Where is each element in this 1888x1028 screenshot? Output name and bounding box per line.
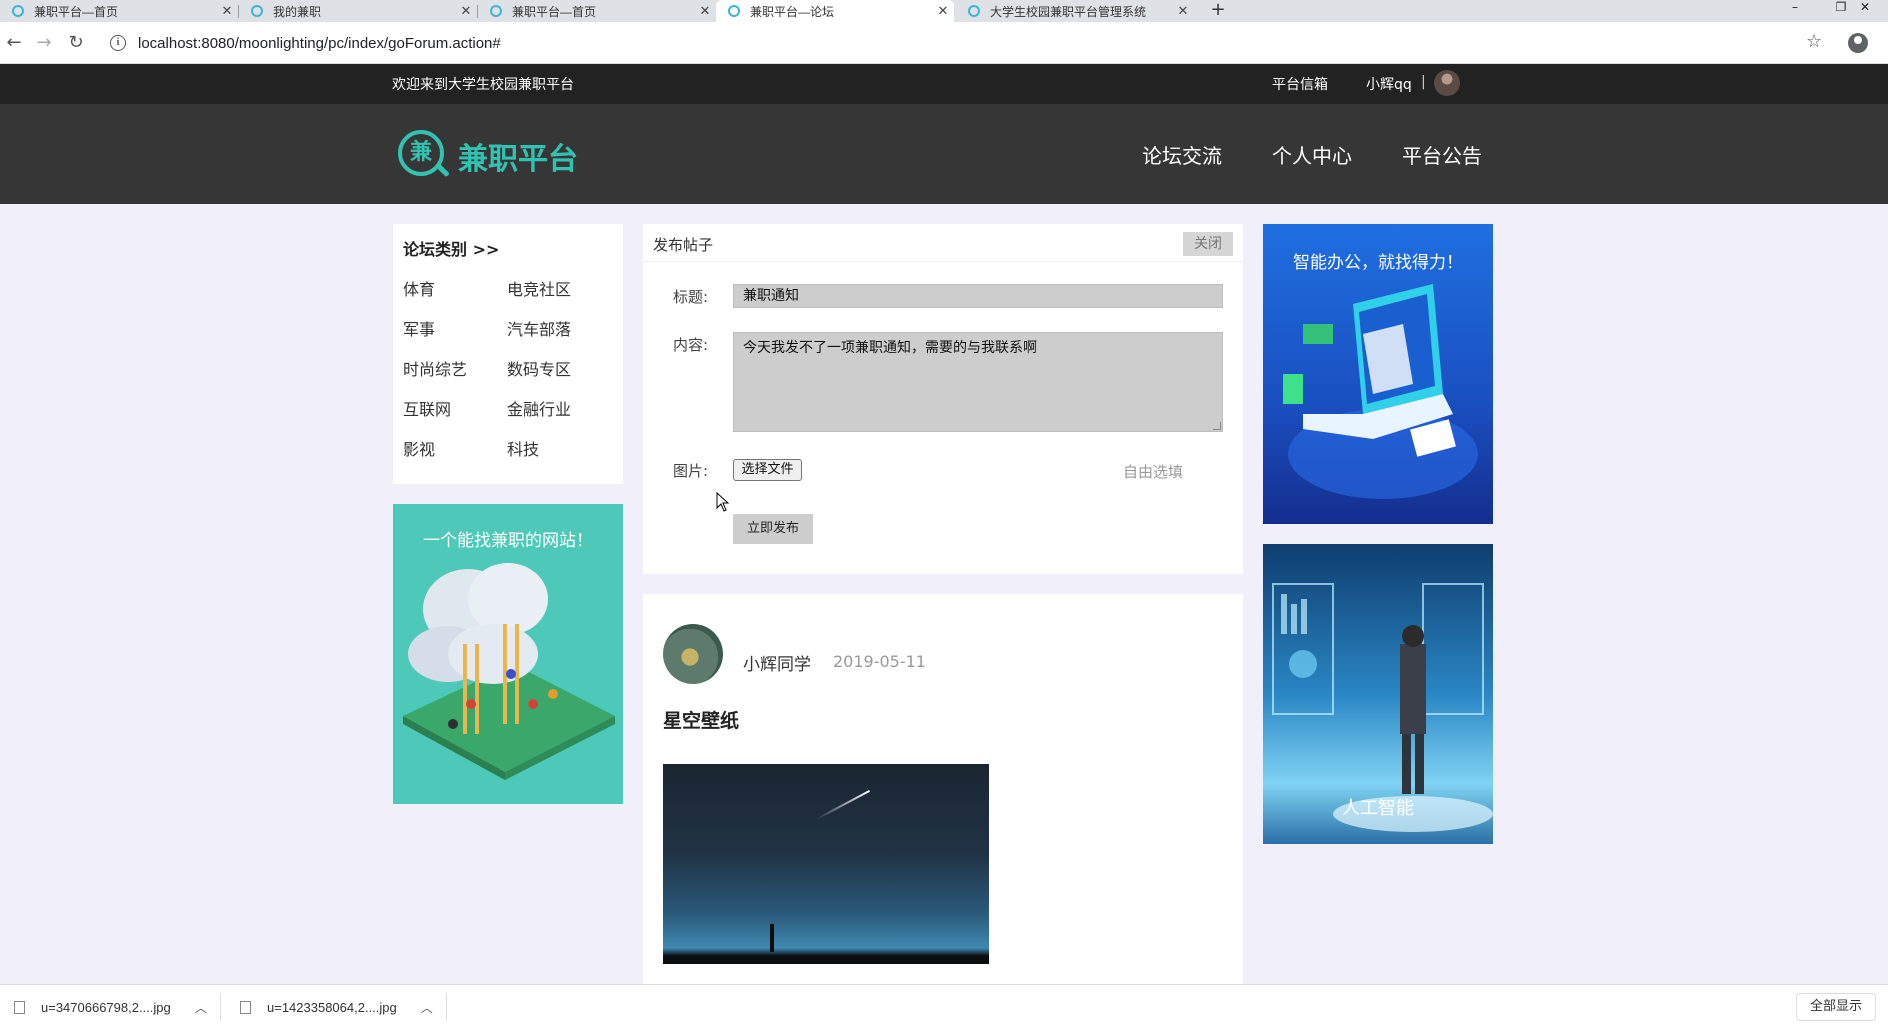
category-item[interactable]: 互联网 <box>403 396 451 420</box>
download-shelf: u=3470666798,2....jpg ︿ u=1423358064,2..… <box>0 984 1888 1028</box>
post-date: 2019-05-11 <box>833 652 926 671</box>
username-link[interactable]: 小辉qq <box>1366 74 1412 94</box>
close-button[interactable]: 关闭 <box>1183 232 1233 256</box>
post-form-title: 发布帖子 <box>653 236 714 254</box>
post-content-textarea[interactable]: 今天我发不了一项兼职通知，需要的与我联系啊 <box>733 332 1223 432</box>
category-item[interactable]: 军事 <box>403 316 435 340</box>
post-content-text: 今天我发不了一项兼职通知，需要的与我联系啊 <box>743 340 1037 356</box>
site-top-strip: 欢迎来到大学生校园兼职平台 平台信箱 小辉qq | <box>0 64 1888 104</box>
nav-forum[interactable]: 论坛交流 <box>1142 140 1222 169</box>
optional-note: 自由选填 <box>1123 463 1184 481</box>
tab-title: 兼职平台—论坛 <box>750 4 835 19</box>
reload-icon[interactable]: ↻ <box>64 31 88 55</box>
nav-announcements[interactable]: 平台公告 <box>1402 140 1482 169</box>
browser-address-bar: ← → ↻ i localhost:8080/moonlighting/pc/i… <box>0 22 1888 64</box>
browser-tab[interactable]: 兼职平台—首页 ✕ <box>0 0 238 22</box>
browser-tab[interactable]: 大学生校园兼职平台管理系统 ✕ <box>956 0 1194 22</box>
tab-title: 我的兼职 <box>273 4 322 19</box>
download-divider <box>446 993 447 1021</box>
show-all-downloads-button[interactable]: 全部显示 <box>1796 993 1876 1021</box>
platform-mailbox-link[interactable]: 平台信箱 <box>1272 74 1328 94</box>
user-avatar[interactable] <box>1434 70 1460 96</box>
forum-post-card: 小辉同学 2019-05-11 星空壁纸 <box>643 594 1243 984</box>
browser-tab[interactable]: 我的兼职 ✕ <box>239 0 477 22</box>
content-label: 内容: <box>673 336 709 354</box>
minimize-window-icon[interactable]: – <box>1772 0 1818 22</box>
tab-close-icon[interactable]: ✕ <box>932 4 954 19</box>
site-info-icon[interactable]: i <box>110 35 126 51</box>
forward-arrow-icon[interactable]: → <box>32 31 56 55</box>
office-ad-banner[interactable]: 智能办公，就找得力！ <box>1263 224 1493 524</box>
nav-personal-center[interactable]: 个人中心 <box>1272 140 1352 169</box>
category-item[interactable]: 影视 <box>403 436 435 460</box>
starry-sky-image[interactable] <box>663 764 989 964</box>
meteor-streak <box>816 790 870 820</box>
laptop-illustration <box>1283 284 1478 499</box>
tab-title: 兼职平台—首页 <box>512 4 597 19</box>
tab-close-icon[interactable]: ✕ <box>455 4 477 19</box>
chevron-up-icon[interactable]: ︿ <box>421 999 433 1016</box>
post-title-input[interactable]: 兼职通知 <box>733 284 1223 308</box>
category-item[interactable]: 体育 <box>403 276 435 300</box>
browser-tab[interactable]: 兼职平台—首页 ✕ <box>478 0 716 22</box>
download-item[interactable]: u=3470666798,2....jpg ︿ <box>14 985 207 1028</box>
category-item[interactable]: 金融行业 <box>507 396 571 420</box>
tab-favicon-icon <box>490 5 502 17</box>
tab-close-icon[interactable]: ✕ <box>1172 4 1194 19</box>
forum-category-panel: 论坛类别 >> 体育 电竞社区 军事 汽车部落 时尚综艺 数码专区 互联网 金融… <box>393 224 623 484</box>
browser-tab-bar: 兼职平台—首页 ✕ 我的兼职 ✕ 兼职平台—首页 ✕ 兼职平台—论坛 ✕ 大学生… <box>0 0 1888 22</box>
image-label: 图片: <box>673 462 709 480</box>
logo-magnifier-icon[interactable]: 兼 <box>398 130 450 182</box>
category-item[interactable]: 电竞社区 <box>507 276 571 300</box>
category-item[interactable]: 汽车部落 <box>507 316 571 340</box>
ai-ad-banner[interactable]: 人工智能 <box>1263 544 1493 844</box>
logo-handle <box>436 163 450 178</box>
category-item[interactable]: 数码专区 <box>507 356 571 380</box>
file-icon <box>14 1000 25 1014</box>
category-panel-title: 论坛类别 >> <box>403 240 500 259</box>
bookmark-star-icon[interactable]: ☆ <box>1806 31 1822 52</box>
close-window-icon[interactable]: ✕ <box>1842 0 1888 22</box>
tab-favicon-icon <box>728 5 740 17</box>
account-icon[interactable] <box>1848 33 1868 53</box>
download-divider <box>220 993 221 1021</box>
tab-close-icon[interactable]: ✕ <box>694 4 716 19</box>
left-promo-banner[interactable]: 一个能找兼职的网站！ <box>393 504 623 804</box>
tab-close-icon[interactable]: ✕ <box>216 4 238 19</box>
tab-favicon-icon <box>251 5 263 17</box>
ai-ad-text: 人工智能 <box>1342 798 1414 819</box>
chevron-up-icon[interactable]: ︿ <box>195 999 207 1016</box>
welcome-text: 欢迎来到大学生校园兼职平台 <box>392 77 574 93</box>
resize-grip-icon[interactable] <box>1213 422 1221 430</box>
url-text[interactable]: localhost:8080/moonlighting/pc/index/goF… <box>138 35 501 52</box>
author-avatar[interactable] <box>663 624 723 684</box>
download-filename: u=3470666798,2....jpg <box>41 999 171 1015</box>
back-arrow-icon[interactable]: ← <box>2 31 26 55</box>
post-title[interactable]: 星空壁纸 <box>663 706 739 733</box>
download-item[interactable]: u=1423358064,2....jpg ︿ <box>240 985 433 1028</box>
tab-favicon-icon <box>12 5 24 17</box>
category-item[interactable]: 科技 <box>507 436 539 460</box>
tab-favicon-icon <box>968 5 980 17</box>
file-icon <box>240 1000 251 1014</box>
standing-figure-silhouette <box>770 924 774 952</box>
new-tab-button[interactable]: + <box>1206 0 1230 22</box>
tab-title: 兼职平台—首页 <box>34 4 119 19</box>
browser-tab-active[interactable]: 兼职平台—论坛 ✕ <box>716 0 954 22</box>
url-field[interactable]: i localhost:8080/moonlighting/pc/index/g… <box>102 28 1812 58</box>
site-header: 兼 兼职平台 论坛交流 个人中心 平台公告 <box>0 104 1888 204</box>
post-author[interactable]: 小辉同学 <box>743 650 811 675</box>
topbar-separator: | <box>1421 74 1426 90</box>
choose-file-button[interactable]: 选择文件 <box>733 459 802 481</box>
title-label: 标题: <box>673 288 709 306</box>
logo-text[interactable]: 兼职平台 <box>458 134 578 178</box>
post-form-header: 发布帖子 关闭 <box>643 224 1243 262</box>
publish-button[interactable]: 立即发布 <box>733 514 813 544</box>
category-item[interactable]: 时尚综艺 <box>403 356 467 380</box>
ladder-cloud-illustration <box>403 563 615 780</box>
post-form-panel: 发布帖子 关闭 标题: 兼职通知 内容: 今天我发不了一项兼职通知，需要的与我联… <box>643 224 1243 574</box>
tab-title: 大学生校园兼职平台管理系统 <box>990 4 1147 19</box>
download-filename: u=1423358064,2....jpg <box>267 999 397 1015</box>
mouse-cursor-icon <box>716 492 730 512</box>
